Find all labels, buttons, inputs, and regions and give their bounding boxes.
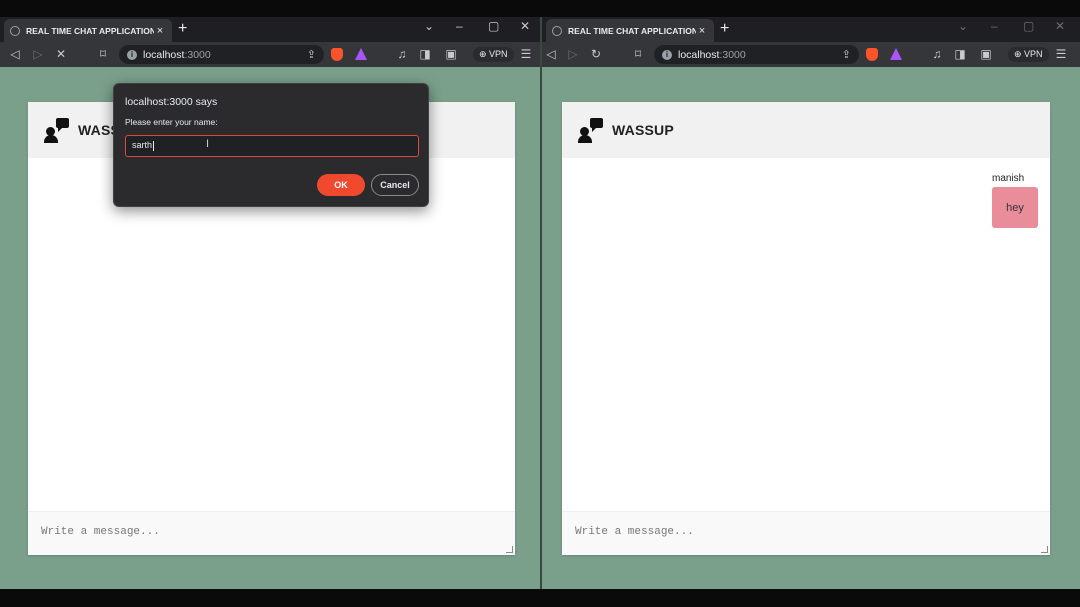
bookmark-icon[interactable]: ⌑ bbox=[631, 47, 645, 61]
resize-handle-icon[interactable] bbox=[1041, 546, 1048, 553]
url-host: localhost bbox=[678, 48, 720, 61]
tab-title: REAL TIME CHAT APPLICATION bbox=[26, 25, 154, 36]
site-info-icon[interactable]: i bbox=[662, 49, 672, 60]
left-browser-window: REAL TIME CHAT APPLICATION × + ⌄ – ▢ ✕ ◁… bbox=[0, 17, 540, 589]
desktop-screen: REAL TIME CHAT APPLICATION × + ⌄ – ▢ ✕ ◁… bbox=[0, 0, 1080, 607]
name-input-value: sarth bbox=[132, 140, 153, 150]
wallet-icon[interactable]: ▣ bbox=[444, 47, 458, 61]
globe-favicon-icon bbox=[552, 25, 562, 36]
browser-tab[interactable]: REAL TIME CHAT APPLICATION × bbox=[546, 19, 714, 42]
message-sender: manish bbox=[992, 173, 1025, 184]
message-input[interactable] bbox=[562, 512, 1050, 555]
chat-logo-icon bbox=[44, 117, 70, 143]
brave-shield-icon[interactable] bbox=[331, 48, 343, 61]
vpn-button[interactable]: ⊕ VPN bbox=[1008, 47, 1049, 62]
tab-title: REAL TIME CHAT APPLICATION bbox=[568, 25, 696, 36]
title-bar: REAL TIME CHAT APPLICATION × + ⌄ – ▢ ✕ bbox=[542, 17, 1080, 42]
music-note-icon[interactable]: ♫ bbox=[930, 47, 944, 61]
message-bubble: hey bbox=[992, 187, 1038, 228]
close-window-icon[interactable]: ✕ bbox=[1055, 19, 1065, 33]
hamburger-menu-icon[interactable]: ☰ bbox=[519, 47, 533, 61]
cancel-button[interactable]: Cancel bbox=[371, 174, 419, 196]
tab-search-icon[interactable]: ⌄ bbox=[958, 19, 968, 33]
name-input[interactable]: sarth bbox=[125, 135, 419, 157]
maximize-icon[interactable]: ▢ bbox=[1023, 19, 1034, 33]
prompt-dialog: localhost:3000 says Please enter your na… bbox=[113, 83, 429, 207]
message-composer bbox=[562, 511, 1050, 555]
new-tab-icon[interactable]: + bbox=[720, 21, 729, 37]
message-text: hey bbox=[1006, 201, 1024, 214]
minimize-icon[interactable]: – bbox=[456, 19, 463, 33]
maximize-icon[interactable]: ▢ bbox=[488, 19, 499, 33]
sidebar-icon[interactable]: ◨ bbox=[953, 47, 967, 61]
back-arrow-icon[interactable]: ◁ bbox=[8, 47, 22, 61]
address-bar[interactable]: i localhost:3000 ⇪ bbox=[119, 45, 324, 64]
share-icon[interactable]: ⇪ bbox=[307, 48, 316, 61]
back-arrow-icon[interactable]: ◁ bbox=[544, 47, 558, 61]
title-bar: REAL TIME CHAT APPLICATION × + ⌄ – ▢ ✕ bbox=[0, 17, 540, 42]
vpn-button[interactable]: ⊕ VPN bbox=[473, 47, 514, 62]
vpn-label: VPN bbox=[489, 49, 508, 59]
url-port: :3000 bbox=[184, 48, 211, 61]
vpn-label: VPN bbox=[1024, 49, 1043, 59]
brave-rewards-icon[interactable] bbox=[355, 48, 367, 60]
dialog-title: localhost:3000 says bbox=[125, 96, 218, 108]
message-input[interactable] bbox=[28, 512, 515, 555]
loading-favicon-icon bbox=[10, 25, 20, 36]
bookmark-icon[interactable]: ⌑ bbox=[96, 47, 110, 61]
minimize-icon[interactable]: – bbox=[991, 19, 998, 33]
hamburger-menu-icon[interactable]: ☰ bbox=[1054, 47, 1068, 61]
sidebar-icon[interactable]: ◨ bbox=[418, 47, 432, 61]
close-window-icon[interactable]: ✕ bbox=[520, 19, 530, 33]
wallet-icon[interactable]: ▣ bbox=[979, 47, 993, 61]
forward-arrow-icon[interactable]: ▷ bbox=[31, 47, 45, 61]
address-bar[interactable]: i localhost:3000 ⇪ bbox=[654, 45, 859, 64]
chat-header: WASSUP bbox=[562, 102, 1050, 158]
brave-rewards-icon[interactable] bbox=[890, 48, 902, 60]
site-info-icon[interactable]: i bbox=[127, 49, 137, 60]
chat-card: WASSUP manish hey bbox=[562, 102, 1050, 555]
new-tab-icon[interactable]: + bbox=[178, 21, 187, 37]
resize-handle-icon[interactable] bbox=[506, 546, 513, 553]
stop-icon[interactable]: ✕ bbox=[54, 47, 68, 61]
browser-toolbar: ◁ ▷ ↻ ⌑ i localhost:3000 ⇪ ♫ ◨ ▣ ⊕ VPN ☰ bbox=[542, 42, 1080, 67]
app-brand: WASSUP bbox=[612, 122, 674, 138]
dialog-label: Please enter your name: bbox=[125, 117, 218, 127]
message-composer bbox=[28, 511, 515, 555]
brave-shield-icon[interactable] bbox=[866, 48, 878, 61]
browser-toolbar: ◁ ▷ ✕ ⌑ i localhost:3000 ⇪ ♫ ◨ ▣ ⊕ VPN ☰ bbox=[0, 42, 540, 67]
right-browser-window: REAL TIME CHAT APPLICATION × + ⌄ – ▢ ✕ ◁… bbox=[542, 17, 1080, 589]
ok-button[interactable]: OK bbox=[317, 174, 365, 196]
url-host: localhost bbox=[143, 48, 185, 61]
tab-close-icon[interactable]: × bbox=[696, 25, 708, 37]
text-caret bbox=[153, 140, 155, 151]
browser-tab[interactable]: REAL TIME CHAT APPLICATION × bbox=[4, 19, 172, 42]
text-cursor-icon: I bbox=[206, 138, 210, 150]
chat-logo-icon bbox=[578, 117, 604, 143]
music-note-icon[interactable]: ♫ bbox=[395, 47, 409, 61]
url-port: :3000 bbox=[719, 48, 746, 61]
tab-close-icon[interactable]: × bbox=[154, 25, 166, 37]
reload-icon[interactable]: ↻ bbox=[589, 47, 603, 61]
share-icon[interactable]: ⇪ bbox=[842, 48, 851, 61]
tab-search-icon[interactable]: ⌄ bbox=[424, 19, 434, 33]
forward-arrow-icon[interactable]: ▷ bbox=[566, 47, 580, 61]
